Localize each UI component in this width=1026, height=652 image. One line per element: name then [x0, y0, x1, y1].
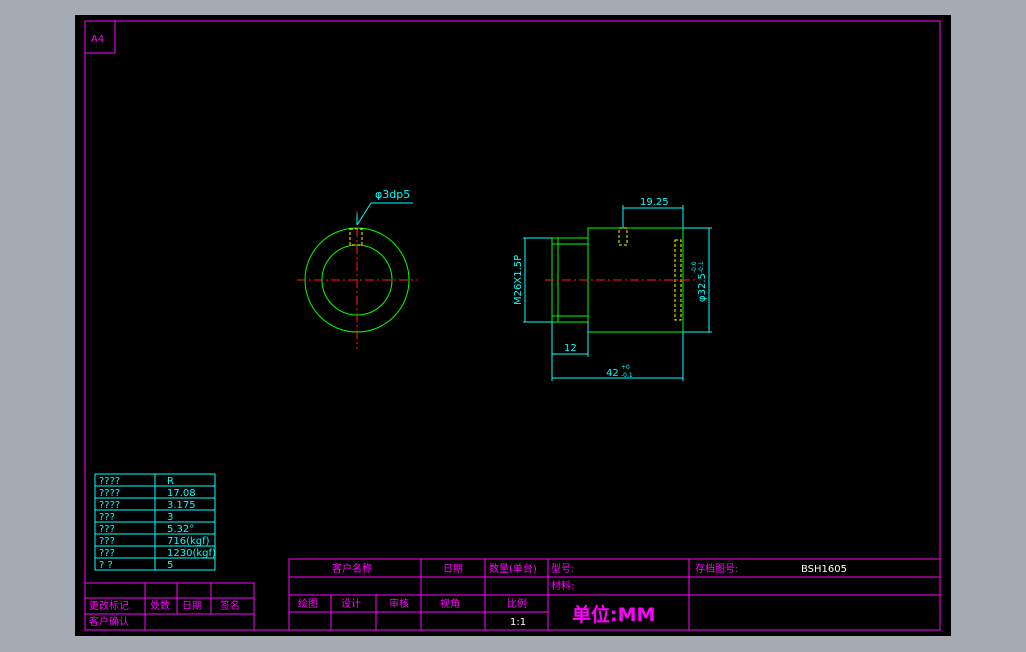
spec-row-value: 3.175 [167, 500, 196, 511]
drawing-border [84, 20, 941, 631]
revision-block: 更改标记 处数 日期 签名 客户确认 [84, 582, 255, 631]
spec-row-key: ??? [99, 512, 115, 523]
date-label: 日期 [443, 563, 463, 575]
location-label: 处数 [150, 599, 170, 612]
spec-row-key: ??? [99, 524, 115, 535]
dia-tol-lower: -0.1 [698, 261, 705, 273]
customer-name-label: 客户名称 [332, 562, 372, 575]
title-block: 客户名称 日期 数量(单台) 型号: 存档图号: BSH1605 材料: 绘图 … [288, 558, 941, 631]
material-label: 材料: [551, 579, 574, 592]
cad-drawing-viewport[interactable]: A4 φ3dp5 19.25 M26X1.5P φ32.5 -0.0 -0.1 … [75, 15, 951, 636]
scale-label: 比例 [507, 597, 527, 610]
dia-tol-upper: -0.0 [691, 261, 698, 273]
spec-row-key: ??? [99, 536, 115, 547]
spec-row-value: 5 [167, 560, 173, 571]
design-label: 设计 [341, 597, 361, 610]
dim-12-label: 12 [564, 343, 577, 354]
spec-row-value: 5.32° [167, 524, 194, 535]
spec-row-value: 3 [167, 512, 173, 523]
side-view: 19.25 M26X1.5P φ32.5 -0.0 -0.1 12 42 +0 … [513, 197, 712, 381]
spec-row-key: ???? [99, 488, 120, 499]
dim-42-tol-lower: -0.1 [621, 372, 633, 379]
spec-row-key: ???? [99, 476, 120, 487]
unit-label: 单位:MM [572, 603, 655, 626]
change-mark-label: 更改标记 [89, 599, 129, 612]
pin-hole-hidden [618, 227, 628, 246]
pin-hole-label: φ3dp5 [375, 188, 410, 201]
customer-confirm-label: 客户确认 [89, 615, 129, 628]
spec-row-value: 1230(kgf) [167, 548, 216, 559]
thread-label: M26X1.5P [513, 255, 524, 305]
spec-row-key: ???? [99, 500, 120, 511]
spec-rows: ???? R???? 17.08???? 3.175??? 3??? 5.32°??? 71… [95, 476, 216, 571]
end-view: φ3dp5 [297, 188, 417, 349]
archive-no-value: BSH1605 [801, 564, 847, 575]
spec-row-value: 17.08 [167, 488, 196, 499]
sheet-size-label: A4 [91, 34, 104, 45]
quantity-label: 数量(单台) [489, 562, 537, 575]
spec-row-value: 716(kgf) [167, 536, 210, 547]
revision-date-label: 日期 [182, 600, 202, 612]
dim-19-label: 19.25 [640, 197, 669, 208]
spec-row-value: R [167, 476, 174, 487]
signature-label: 签名 [220, 599, 240, 612]
dia-label: φ32.5 [697, 273, 708, 302]
drawn-label: 绘图 [298, 597, 318, 610]
view-angle-label: 视角 [440, 597, 460, 610]
pin-leader [356, 202, 372, 226]
dim-42-tol-upper: +0 [621, 364, 630, 371]
spec-table: ???? R???? 17.08???? 3.175??? 3??? 5.32°??? 71… [94, 473, 216, 571]
scale-value: 1:1 [510, 617, 526, 628]
dim-42-label: 42 [606, 368, 619, 379]
model-label: 型号: [551, 562, 574, 575]
keyway-slot [349, 228, 363, 246]
spec-row-key: ? ? [99, 560, 113, 571]
archive-no-label: 存档图号: [695, 562, 738, 575]
spec-row-key: ??? [99, 548, 115, 559]
cad-drawing-canvas: A4 φ3dp5 19.25 M26X1.5P φ32.5 -0.0 -0.1 … [84, 20, 941, 631]
review-label: 审核 [389, 597, 409, 610]
